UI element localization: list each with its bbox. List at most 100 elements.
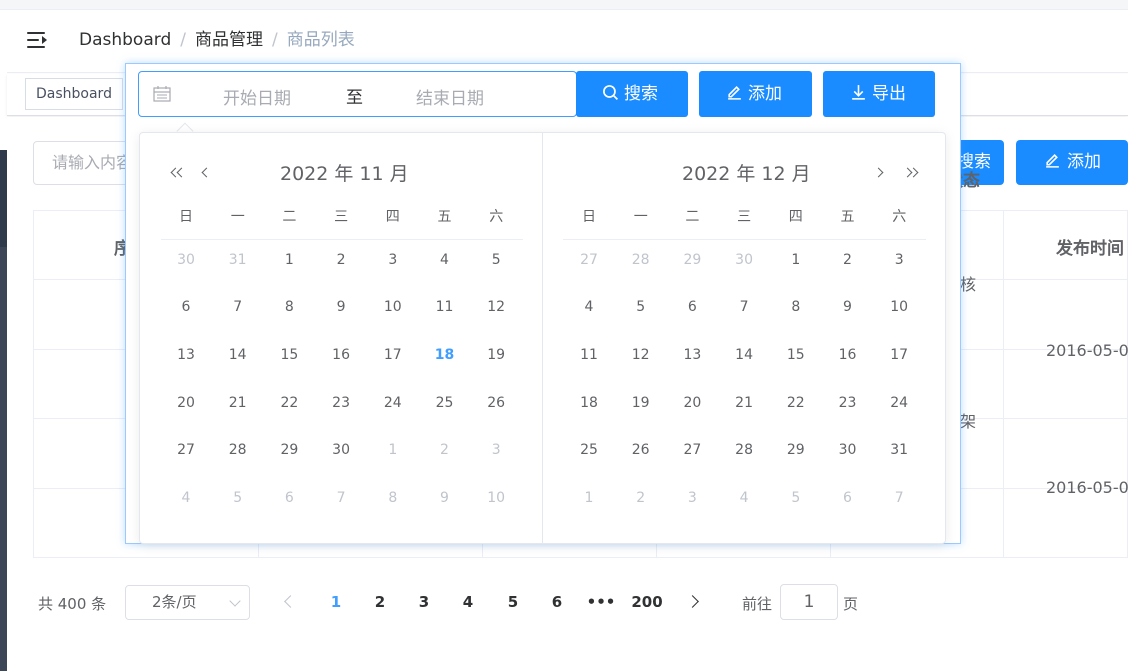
left-calendar-day[interactable]: 1 (373, 442, 413, 458)
right-calendar-day[interactable]: 18 (569, 395, 609, 411)
left-calendar-day[interactable]: 19 (476, 347, 516, 363)
right-calendar-day[interactable]: 5 (621, 299, 661, 315)
page-number[interactable]: 5 (498, 593, 528, 611)
goto-page-input[interactable]: 1 (780, 584, 838, 620)
right-calendar-day[interactable]: 2 (828, 252, 868, 268)
left-calendar-day[interactable]: 4 (166, 490, 206, 506)
left-calendar-day[interactable]: 12 (476, 299, 516, 315)
right-calendar-day[interactable]: 6 (672, 299, 712, 315)
start-date-input[interactable]: 开始日期 (223, 84, 291, 109)
page-number[interactable]: 4 (453, 593, 483, 611)
right-calendar-day[interactable]: 15 (776, 347, 816, 363)
export-button[interactable]: 导出 (823, 71, 935, 117)
right-calendar-day[interactable]: 4 (569, 299, 609, 315)
page-number[interactable]: 200 (631, 593, 663, 611)
left-calendar-day[interactable]: 28 (218, 442, 258, 458)
next-page-icon[interactable] (686, 595, 699, 608)
right-calendar-day[interactable]: 7 (879, 490, 919, 506)
left-calendar-day[interactable]: 26 (476, 395, 516, 411)
left-calendar-day[interactable]: 9 (321, 299, 361, 315)
right-calendar-day[interactable]: 7 (724, 299, 764, 315)
right-calendar-day[interactable]: 6 (828, 490, 868, 506)
left-calendar-day[interactable]: 13 (166, 347, 206, 363)
page-number[interactable]: 2 (365, 593, 395, 611)
right-calendar-day[interactable]: 28 (724, 442, 764, 458)
right-calendar-day[interactable]: 17 (879, 347, 919, 363)
left-calendar-day[interactable]: 11 (425, 299, 465, 315)
right-calendar-day[interactable]: 13 (672, 347, 712, 363)
right-calendar-day[interactable]: 2 (621, 490, 661, 506)
left-calendar-day[interactable]: 14 (218, 347, 258, 363)
left-calendar-day[interactable]: 9 (425, 490, 465, 506)
page-size-select[interactable]: 2条/页 (125, 585, 250, 620)
breadcrumb-item-product-management[interactable]: 商品管理 (195, 30, 263, 50)
right-calendar-day[interactable]: 14 (724, 347, 764, 363)
left-calendar-day[interactable]: 15 (269, 347, 309, 363)
breadcrumb-item-dashboard[interactable]: Dashboard (79, 30, 171, 50)
left-calendar-day[interactable]: 6 (166, 299, 206, 315)
right-calendar-day[interactable]: 3 (672, 490, 712, 506)
page-number[interactable]: 1 (321, 593, 351, 611)
tag-dashboard[interactable]: Dashboard (25, 78, 123, 110)
left-calendar-day[interactable]: 4 (425, 252, 465, 268)
right-calendar-day[interactable]: 20 (672, 395, 712, 411)
left-calendar-day[interactable]: 2 (321, 252, 361, 268)
left-calendar-day[interactable]: 25 (425, 395, 465, 411)
left-calendar-day[interactable]: 5 (218, 490, 258, 506)
date-range-input[interactable]: 开始日期 至 结束日期 (138, 71, 577, 117)
right-calendar-day[interactable]: 11 (569, 347, 609, 363)
left-calendar-day[interactable]: 17 (373, 347, 413, 363)
left-calendar-day[interactable]: 18 (425, 347, 465, 363)
right-calendar-day[interactable]: 24 (879, 395, 919, 411)
right-calendar-day[interactable]: 8 (776, 299, 816, 315)
menu-toggle-icon[interactable] (27, 31, 49, 49)
left-calendar-day[interactable]: 20 (166, 395, 206, 411)
search-button[interactable]: 搜索 (576, 71, 688, 117)
right-calendar-day[interactable]: 5 (776, 490, 816, 506)
left-calendar-day[interactable]: 3 (476, 442, 516, 458)
right-calendar-day[interactable]: 23 (828, 395, 868, 411)
right-calendar-day[interactable]: 30 (724, 252, 764, 268)
page-ellipsis[interactable]: ••• (586, 593, 616, 611)
right-calendar-day[interactable]: 4 (724, 490, 764, 506)
left-calendar-day[interactable]: 30 (321, 442, 361, 458)
right-calendar-day[interactable]: 9 (828, 299, 868, 315)
left-calendar-day[interactable]: 24 (373, 395, 413, 411)
left-calendar-day[interactable]: 1 (269, 252, 309, 268)
left-calendar-day[interactable]: 22 (269, 395, 309, 411)
right-calendar-day[interactable]: 12 (621, 347, 661, 363)
right-calendar-day[interactable]: 31 (879, 442, 919, 458)
left-calendar-day[interactable]: 8 (373, 490, 413, 506)
right-calendar-day[interactable]: 29 (672, 252, 712, 268)
end-date-input[interactable]: 结束日期 (416, 84, 484, 109)
right-calendar-day[interactable]: 30 (828, 442, 868, 458)
page-number[interactable]: 6 (542, 593, 572, 611)
prev-month-icon[interactable] (201, 167, 212, 178)
left-calendar-day[interactable]: 16 (321, 347, 361, 363)
add-button[interactable]: 添加 (699, 71, 812, 117)
right-calendar-day[interactable]: 28 (621, 252, 661, 268)
right-calendar-day[interactable]: 10 (879, 299, 919, 315)
left-calendar-day[interactable]: 2 (425, 442, 465, 458)
left-calendar-day[interactable]: 10 (476, 490, 516, 506)
page-number[interactable]: 3 (409, 593, 439, 611)
left-calendar-day[interactable]: 3 (373, 252, 413, 268)
prev-page-icon[interactable] (284, 595, 297, 608)
left-calendar-day[interactable]: 10 (373, 299, 413, 315)
left-calendar-day[interactable]: 6 (269, 490, 309, 506)
right-calendar-day[interactable]: 29 (776, 442, 816, 458)
right-calendar-day[interactable]: 16 (828, 347, 868, 363)
right-calendar-day[interactable]: 1 (776, 252, 816, 268)
right-calendar-day[interactable]: 21 (724, 395, 764, 411)
left-calendar-day[interactable]: 7 (321, 490, 361, 506)
right-calendar-day[interactable]: 3 (879, 252, 919, 268)
next-month-icon[interactable] (873, 167, 884, 178)
left-calendar-day[interactable]: 29 (269, 442, 309, 458)
right-calendar-day[interactable]: 27 (569, 252, 609, 268)
left-calendar-day[interactable]: 27 (166, 442, 206, 458)
left-calendar-day[interactable]: 7 (218, 299, 258, 315)
left-calendar-day[interactable]: 21 (218, 395, 258, 411)
add-button-bg[interactable]: 添加 (1016, 140, 1128, 185)
right-calendar-day[interactable]: 19 (621, 395, 661, 411)
right-calendar-day[interactable]: 27 (672, 442, 712, 458)
